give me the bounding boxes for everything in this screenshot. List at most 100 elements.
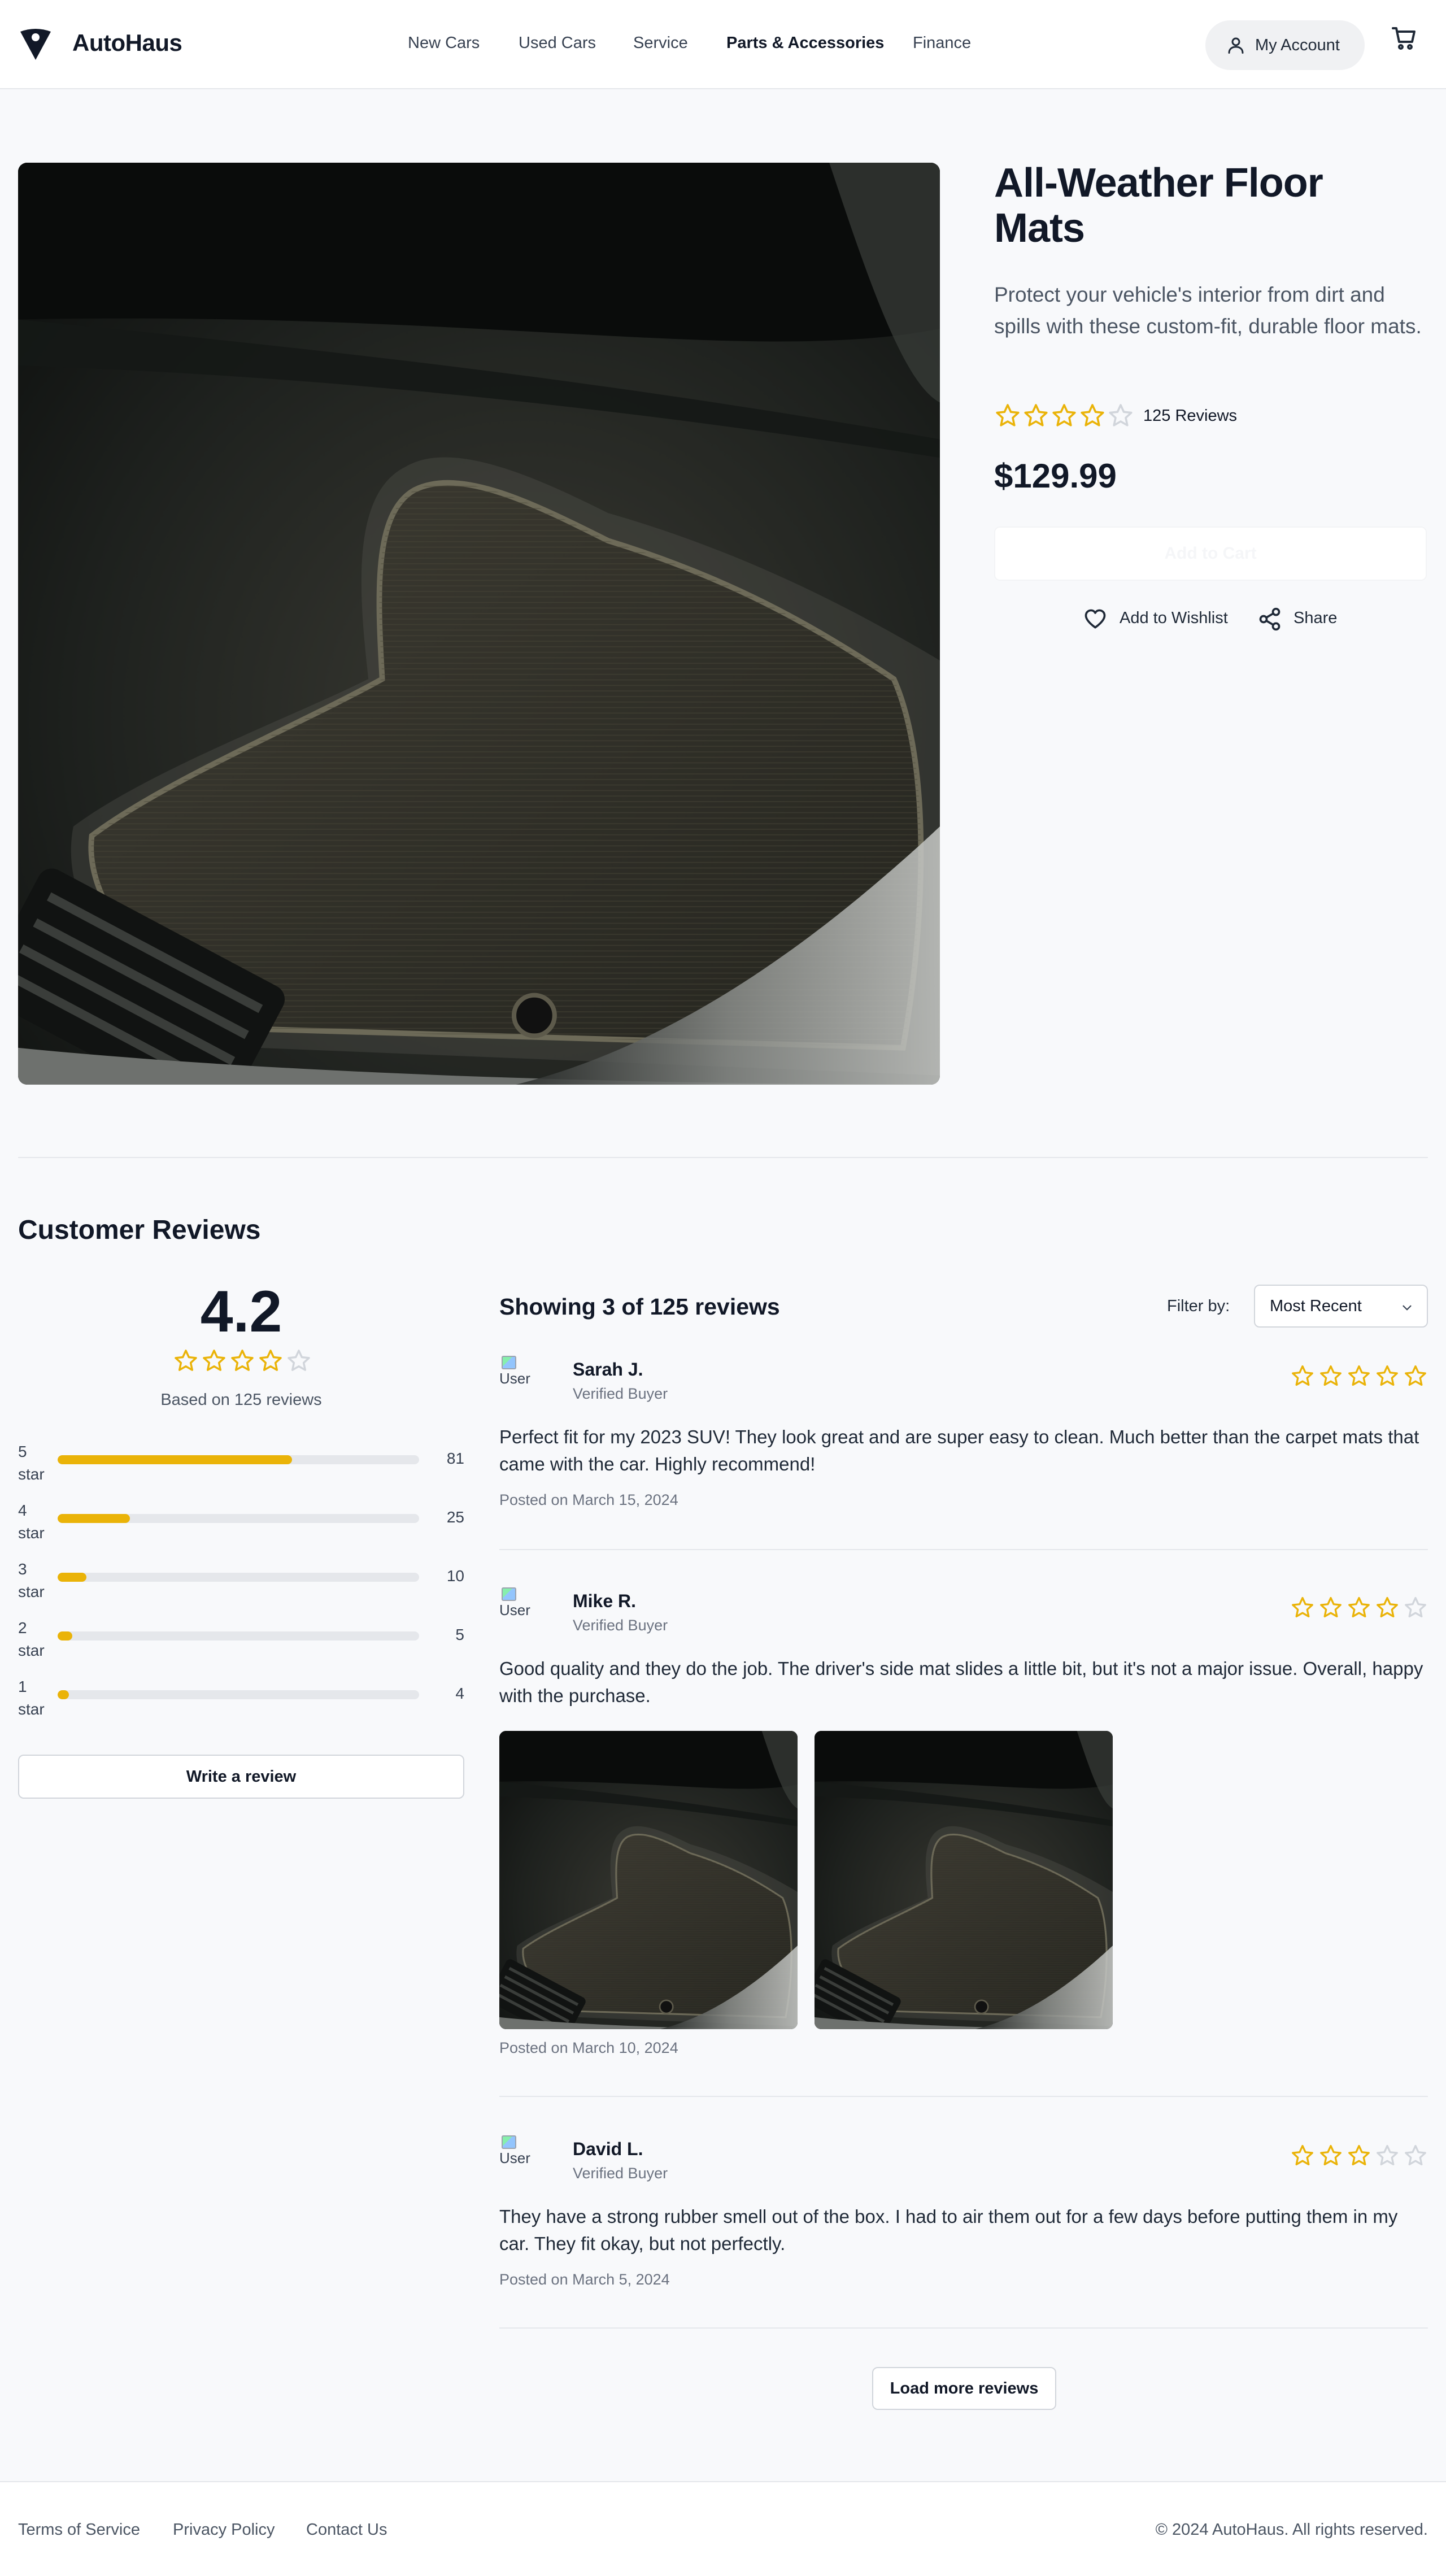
review-body: Perfect fit for my 2023 SUV! They look g…: [499, 1426, 1419, 1474]
reviewer-name: Sarah J.: [573, 1359, 643, 1380]
filter-value: Most Recent: [1270, 1297, 1362, 1315]
site-header: AutoHaus New Cars Used Cars Service Part…: [0, 0, 1446, 89]
distribution-count: 25: [446, 1508, 464, 1526]
brand-name[interactable]: AutoHaus: [72, 29, 182, 56]
reviewer-name: David L.: [573, 2139, 643, 2159]
avatar-alt-text: User: [499, 1602, 530, 1618]
reviewer-avatar: User: [499, 1356, 540, 1408]
shield-logo-icon[interactable]: [18, 27, 53, 62]
star-filled-icon: [1405, 1365, 1426, 1386]
nav-new-cars[interactable]: New Cars: [408, 34, 480, 53]
verified-badge: Verified Buyer: [573, 2165, 668, 2182]
average-rating-stars: [173, 1348, 312, 1374]
distribution-label: 2 star: [18, 1619, 45, 1659]
distribution-count: 81: [446, 1450, 464, 1467]
distribution-bar-fill: [58, 1690, 69, 1699]
review-divider: [499, 2327, 1428, 2329]
review-body: Good quality and they do the job. The dr…: [499, 1658, 1423, 1706]
distribution-bar-fill: [58, 1573, 87, 1582]
distribution-label: 3 star: [18, 1560, 45, 1600]
star-filled-icon: [1081, 404, 1104, 427]
nav-used-cars[interactable]: Used Cars: [519, 34, 596, 53]
footer-link-privacy[interactable]: Privacy Policy: [173, 2521, 275, 2539]
review-stars: [1290, 1364, 1428, 1389]
distribution-bar-track: [58, 1690, 419, 1699]
distribution-label: 1 star: [18, 1678, 45, 1718]
cart-icon[interactable]: [1391, 25, 1418, 52]
rating-distribution-row[interactable]: 3 star 10: [18, 1558, 464, 1603]
star-filled-icon: [1292, 1365, 1313, 1386]
chevron-down-icon: [1403, 1305, 1412, 1311]
star-filled-icon: [259, 1350, 282, 1371]
star-filled-icon: [1348, 1596, 1370, 1618]
avatar-alt-text: User: [499, 1370, 530, 1387]
review-divider: [499, 2096, 1428, 2097]
copyright: © 2024 AutoHaus. All rights reserved.: [1155, 2521, 1428, 2539]
star-filled-icon: [175, 1350, 197, 1371]
reviews-heading: Customer Reviews: [18, 1215, 261, 1245]
distribution-bar-track: [58, 1573, 419, 1582]
review-divider: [499, 1549, 1428, 1550]
rating-distribution-row[interactable]: 1 star 4: [18, 1676, 464, 1721]
filter-select[interactable]: Most Recent: [1254, 1285, 1428, 1328]
nav-service[interactable]: Service: [633, 34, 688, 53]
star-filled-icon: [1348, 1365, 1370, 1386]
add-to-cart-button[interactable]: Add to Cart: [994, 526, 1427, 581]
review-item: User David L. Verified Buyer They have a…: [499, 2135, 1428, 2329]
floor-mat-photo: [815, 1731, 1113, 2029]
review-stars: [1290, 1595, 1428, 1620]
nav-parts-accessories[interactable]: Parts & Accessories: [726, 34, 884, 53]
wishlist-label: Add to Wishlist: [1120, 609, 1228, 627]
star-filled-icon: [231, 1350, 254, 1371]
filter-label: Filter by:: [1167, 1297, 1230, 1315]
showing-count: Showing 3 of 125 reviews: [499, 1294, 780, 1320]
site-footer: Terms of Service Privacy Policy Contact …: [0, 2481, 1446, 2576]
reviewer-name: Mike R.: [573, 1591, 637, 1611]
load-more-reviews-button[interactable]: Load more reviews: [872, 2367, 1056, 2410]
share-label: Share: [1293, 609, 1338, 627]
distribution-bar-fill: [58, 1631, 72, 1641]
user-icon: [1228, 37, 1244, 54]
review-date: Posted on March 10, 2024: [499, 2039, 678, 2056]
star-empty-icon: [288, 1350, 310, 1371]
my-account-button[interactable]: My Account: [1205, 20, 1365, 70]
product-rating-stars: [994, 402, 1134, 429]
review-photo[interactable]: [815, 1731, 1113, 2029]
based-on-count: Based on 125 reviews: [160, 1391, 322, 1409]
reviewer-avatar: User: [499, 2135, 540, 2187]
my-account-label: My Account: [1255, 36, 1340, 54]
review-item: User Mike R. Verified Buyer Good quality…: [499, 1587, 1428, 2097]
distribution-bar-fill: [58, 1514, 130, 1523]
product-image[interactable]: [18, 163, 940, 1085]
distribution-bar-track: [58, 1455, 419, 1464]
floor-mat-photo: [499, 1731, 798, 2029]
star-empty-icon: [1405, 2144, 1426, 2166]
star-empty-icon: [1109, 404, 1133, 427]
star-filled-icon: [1292, 2144, 1313, 2166]
product-title: All-Weather Floor Mats: [994, 160, 1323, 251]
star-filled-icon: [1320, 1596, 1342, 1618]
review-body: They have a strong rubber smell out of t…: [499, 2206, 1398, 2254]
heart-icon: [1084, 609, 1106, 629]
nav-finance[interactable]: Finance: [913, 34, 971, 53]
rating-distribution-row[interactable]: 2 star 5: [18, 1617, 464, 1662]
star-filled-icon: [1052, 404, 1076, 427]
rating-distribution-row[interactable]: 5 star 81: [18, 1441, 464, 1486]
write-review-button[interactable]: Write a review: [18, 1755, 464, 1799]
star-empty-icon: [1377, 2144, 1398, 2166]
product-price: $129.99: [994, 457, 1117, 495]
reviewer-avatar: User: [499, 1587, 540, 1639]
distribution-label: 4 star: [18, 1502, 45, 1542]
review-photo[interactable]: [499, 1731, 798, 2029]
distribution-bar-track: [58, 1514, 419, 1523]
verified-badge: Verified Buyer: [573, 1385, 668, 1402]
footer-link-terms[interactable]: Terms of Service: [18, 2521, 140, 2539]
footer-link-contact[interactable]: Contact Us: [306, 2521, 387, 2539]
product-reviews-count[interactable]: 125 Reviews: [1143, 407, 1237, 425]
star-filled-icon: [1292, 1596, 1313, 1618]
rating-distribution-row[interactable]: 4 star 25: [18, 1499, 464, 1544]
review-date: Posted on March 5, 2024: [499, 2271, 670, 2288]
star-filled-icon: [1377, 1365, 1398, 1386]
product-description: Protect your vehicle's interior from dir…: [994, 283, 1422, 338]
star-filled-icon: [1348, 2144, 1370, 2166]
